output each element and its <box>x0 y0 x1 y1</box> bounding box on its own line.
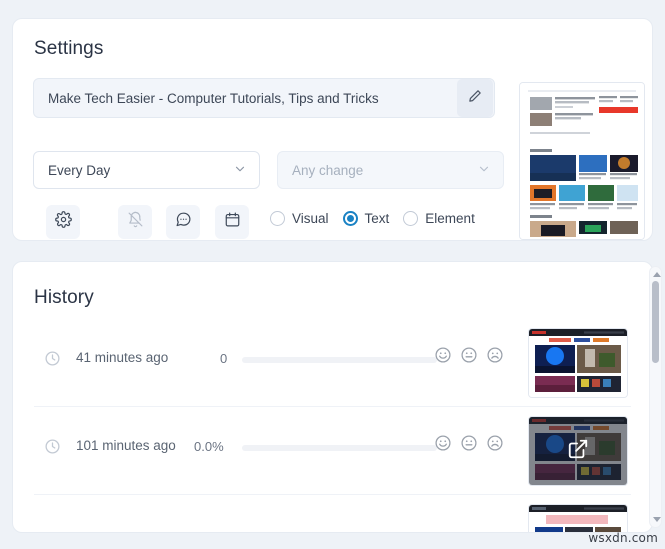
happy-face-icon[interactable] <box>434 434 452 452</box>
bell-off-icon <box>127 211 144 233</box>
edit-url-button[interactable] <box>457 79 493 117</box>
radio-label-visual: Visual <box>292 211 329 226</box>
radio-option-text[interactable]: Text <box>342 211 390 226</box>
open-snapshot-overlay[interactable] <box>529 417 627 485</box>
history-row-value: 0 <box>220 351 228 366</box>
preview-thumbnail-graphic <box>520 83 644 239</box>
history-row-reactions <box>434 434 504 452</box>
radio-indicator <box>270 211 285 226</box>
sad-face-icon[interactable] <box>486 346 504 364</box>
chevron-down-icon <box>477 162 491 179</box>
caret-up-icon[interactable] <box>653 272 661 277</box>
snapshot-graphic <box>529 329 627 397</box>
history-row[interactable]: 41 minutes ago 0 <box>34 319 631 407</box>
calendar-icon <box>224 211 241 233</box>
change-type-select[interactable]: Any change <box>277 151 504 189</box>
mute-notifications-button[interactable] <box>118 205 152 239</box>
scrollbar-thumb[interactable] <box>652 281 659 363</box>
history-card: History 41 minutes ago 0 101 minutes ago… <box>12 261 653 533</box>
history-row[interactable] <box>34 495 631 532</box>
radio-label-text: Text <box>364 211 390 226</box>
radio-label-element: Element <box>425 211 475 226</box>
settings-card: Settings Make Tech Easier - Computer Tut… <box>12 18 653 241</box>
radio-option-visual[interactable]: Visual <box>270 211 329 226</box>
comment-button[interactable] <box>166 205 200 239</box>
history-row-reactions <box>434 346 504 364</box>
chat-bubble-icon <box>175 211 192 233</box>
compare-mode-radio-group: Visual Text Element <box>270 211 489 226</box>
clock-icon <box>44 438 61 460</box>
history-title: History <box>34 287 94 308</box>
history-row[interactable]: 101 minutes ago 0.0% <box>34 407 631 495</box>
radio-option-element[interactable]: Element <box>403 211 475 226</box>
snapshot-graphic <box>529 505 627 532</box>
settings-options-button[interactable] <box>46 205 80 239</box>
frequency-select[interactable]: Every Day <box>33 151 260 189</box>
history-scrollbar[interactable] <box>649 266 662 528</box>
frequency-select-value: Every Day <box>48 162 111 178</box>
history-row-time: 101 minutes ago <box>76 438 176 453</box>
settings-title: Settings <box>34 38 104 59</box>
website-preview-thumbnail[interactable] <box>519 82 645 240</box>
external-link-icon <box>567 438 589 465</box>
schedule-button[interactable] <box>215 205 249 239</box>
url-input-field[interactable]: Make Tech Easier - Computer Tutorials, T… <box>33 78 495 118</box>
neutral-face-icon[interactable] <box>460 346 478 364</box>
history-row-value: 0.0% <box>194 439 224 454</box>
radio-indicator <box>403 211 419 226</box>
gear-icon <box>54 211 72 233</box>
chevron-down-icon <box>233 162 247 179</box>
history-row-progress-bar <box>242 445 437 451</box>
history-row-progress-bar <box>242 357 437 363</box>
sad-face-icon[interactable] <box>486 434 504 452</box>
history-snapshot-thumbnail[interactable] <box>528 504 628 532</box>
history-row-time: 41 minutes ago <box>76 350 169 365</box>
caret-down-icon[interactable] <box>653 517 661 522</box>
history-snapshot-thumbnail[interactable] <box>528 328 628 398</box>
neutral-face-icon[interactable] <box>460 434 478 452</box>
radio-indicator <box>342 211 358 226</box>
url-input-value[interactable]: Make Tech Easier - Computer Tutorials, T… <box>34 91 457 106</box>
history-snapshot-thumbnail[interactable] <box>528 416 628 486</box>
change-type-select-value: Any change <box>292 162 364 178</box>
watermark: wsxdn.com <box>588 531 658 545</box>
pencil-icon <box>467 88 483 109</box>
happy-face-icon[interactable] <box>434 346 452 364</box>
clock-icon <box>44 350 61 372</box>
